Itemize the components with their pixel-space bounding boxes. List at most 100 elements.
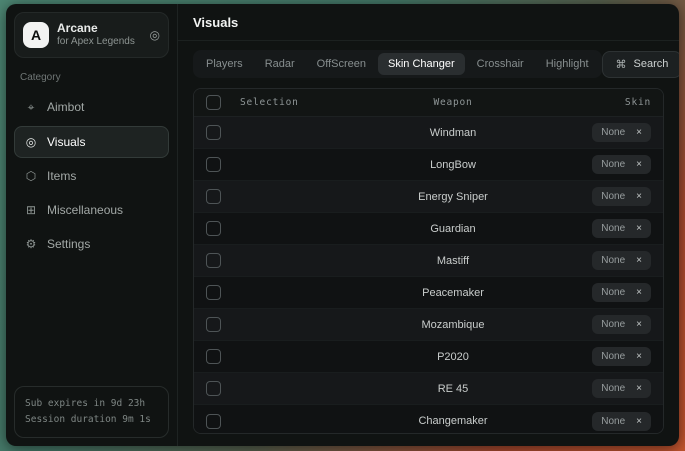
weapon-name: Changemaker	[350, 415, 556, 427]
sidebar-item-aimbot[interactable]: ⌖ Aimbot	[14, 91, 169, 124]
table-row: Guardian None ×	[194, 213, 663, 245]
clear-skin-icon[interactable]: ×	[636, 255, 642, 266]
tab-highlight[interactable]: Highlight	[536, 53, 599, 75]
app-logo: A	[23, 22, 49, 48]
clear-skin-icon[interactable]: ×	[636, 127, 642, 138]
row-checkbox[interactable]	[206, 125, 221, 140]
session-duration-text: Session duration 9m 1s	[25, 412, 158, 428]
row-checkbox[interactable]	[206, 221, 221, 236]
page-title: Visuals	[178, 4, 679, 41]
skin-select-chip[interactable]: None ×	[592, 283, 651, 302]
table-row: RE 45 None ×	[194, 373, 663, 405]
search-button[interactable]: ⌘ Search	[602, 51, 679, 78]
skin-select-chip[interactable]: None ×	[592, 379, 651, 398]
skin-value-label: None	[601, 191, 625, 202]
table-row: P2020 None ×	[194, 341, 663, 373]
skin-value-label: None	[601, 223, 625, 234]
category-label: Category	[20, 72, 163, 83]
skin-value-label: None	[601, 416, 625, 427]
table-row: Peacemaker None ×	[194, 277, 663, 309]
clear-skin-icon[interactable]: ×	[636, 319, 642, 330]
weapon-name: LongBow	[350, 159, 556, 171]
command-shortcut-icon: ⌘	[616, 58, 627, 71]
clear-skin-icon[interactable]: ×	[636, 287, 642, 298]
weapon-name: Mastiff	[350, 255, 556, 267]
tabs-row: Players Radar OffScreen Skin Changer Cro…	[178, 41, 679, 86]
skin-value-label: None	[601, 159, 625, 170]
skin-value-label: None	[601, 127, 625, 138]
table-header-row: Selection Weapon Skin	[194, 89, 663, 117]
skin-value-label: None	[601, 287, 625, 298]
table-row: LongBow None ×	[194, 149, 663, 181]
eye-icon: ◎	[24, 135, 38, 149]
skin-select-chip[interactable]: None ×	[592, 155, 651, 174]
row-checkbox[interactable]	[206, 381, 221, 396]
table-body: Windman None × LongBow	[194, 117, 663, 434]
main-panel: Visuals Players Radar OffScreen Skin Cha…	[178, 4, 679, 446]
sub-expiry-text: Sub expires in 9d 23h	[25, 396, 158, 412]
app-subtitle: for Apex Legends	[57, 36, 142, 49]
sidebar-item-label: Settings	[47, 237, 90, 251]
table-row: Changemaker None ×	[194, 405, 663, 434]
row-checkbox[interactable]	[206, 414, 221, 429]
box-icon: ⬡	[24, 169, 38, 183]
brand-card: A Arcane for Apex Legends ◎	[14, 12, 169, 58]
sidebar-nav: ⌖ Aimbot ◎ Visuals ⬡ Items ⊞ Miscellaneo…	[14, 89, 169, 262]
clear-skin-icon[interactable]: ×	[636, 159, 642, 170]
skin-value-label: None	[601, 255, 625, 266]
skin-select-chip[interactable]: None ×	[592, 315, 651, 334]
skin-select-chip[interactable]: None ×	[592, 412, 651, 431]
sidebar-item-settings[interactable]: ⚙ Settings	[14, 228, 169, 260]
weapon-name: RE 45	[350, 383, 556, 395]
skin-value-label: None	[601, 351, 625, 362]
row-checkbox[interactable]	[206, 349, 221, 364]
tab-offscreen[interactable]: OffScreen	[307, 53, 376, 75]
weapon-name: Guardian	[350, 223, 556, 235]
row-checkbox[interactable]	[206, 157, 221, 172]
skin-select-chip[interactable]: None ×	[592, 251, 651, 270]
table-row: Mozambique None ×	[194, 309, 663, 341]
sidebar-item-miscellaneous[interactable]: ⊞ Miscellaneous	[14, 194, 169, 226]
clear-skin-icon[interactable]: ×	[636, 223, 642, 234]
row-checkbox[interactable]	[206, 253, 221, 268]
table-row: Mastiff None ×	[194, 245, 663, 277]
sidebar-item-items[interactable]: ⬡ Items	[14, 160, 169, 192]
skin-select-chip[interactable]: None ×	[592, 123, 651, 142]
clear-skin-icon[interactable]: ×	[636, 191, 642, 202]
weapon-name: P2020	[350, 351, 556, 363]
weapon-name: Peacemaker	[350, 287, 556, 299]
clear-skin-icon[interactable]: ×	[636, 351, 642, 362]
target-icon[interactable]: ◎	[150, 28, 160, 42]
tab-strip: Players Radar OffScreen Skin Changer Cro…	[193, 50, 602, 78]
clear-skin-icon[interactable]: ×	[636, 416, 642, 427]
tab-players[interactable]: Players	[196, 53, 253, 75]
row-checkbox[interactable]	[206, 189, 221, 204]
gear-icon: ⚙	[24, 237, 38, 251]
crosshair-icon: ⌖	[24, 100, 38, 115]
tab-crosshair[interactable]: Crosshair	[467, 53, 534, 75]
sidebar: A Arcane for Apex Legends ◎ Category ⌖ A…	[6, 4, 178, 446]
sidebar-item-visuals[interactable]: ◎ Visuals	[14, 126, 169, 158]
search-button-label: Search	[634, 58, 669, 70]
select-all-checkbox[interactable]	[206, 95, 221, 110]
weapon-name: Mozambique	[350, 319, 556, 331]
skin-column-header: Skin	[556, 97, 651, 108]
skin-select-chip[interactable]: None ×	[592, 187, 651, 206]
tab-radar[interactable]: Radar	[255, 53, 305, 75]
skin-select-chip[interactable]: None ×	[592, 347, 651, 366]
skin-select-chip[interactable]: None ×	[592, 219, 651, 238]
tab-skin-changer[interactable]: Skin Changer	[378, 53, 465, 75]
clear-skin-icon[interactable]: ×	[636, 383, 642, 394]
grid-icon: ⊞	[24, 203, 38, 217]
skin-changer-table: Selection Weapon Skin Windman None ×	[193, 88, 664, 434]
table-row: Windman None ×	[194, 117, 663, 149]
sidebar-item-label: Visuals	[47, 135, 85, 149]
weapon-column-header: Weapon	[350, 97, 556, 108]
skin-value-label: None	[601, 383, 625, 394]
selection-column-header: Selection	[240, 97, 350, 108]
row-checkbox[interactable]	[206, 285, 221, 300]
sidebar-item-label: Miscellaneous	[47, 203, 123, 217]
row-checkbox[interactable]	[206, 317, 221, 332]
weapon-name: Windman	[350, 127, 556, 139]
sidebar-item-label: Items	[47, 169, 76, 183]
